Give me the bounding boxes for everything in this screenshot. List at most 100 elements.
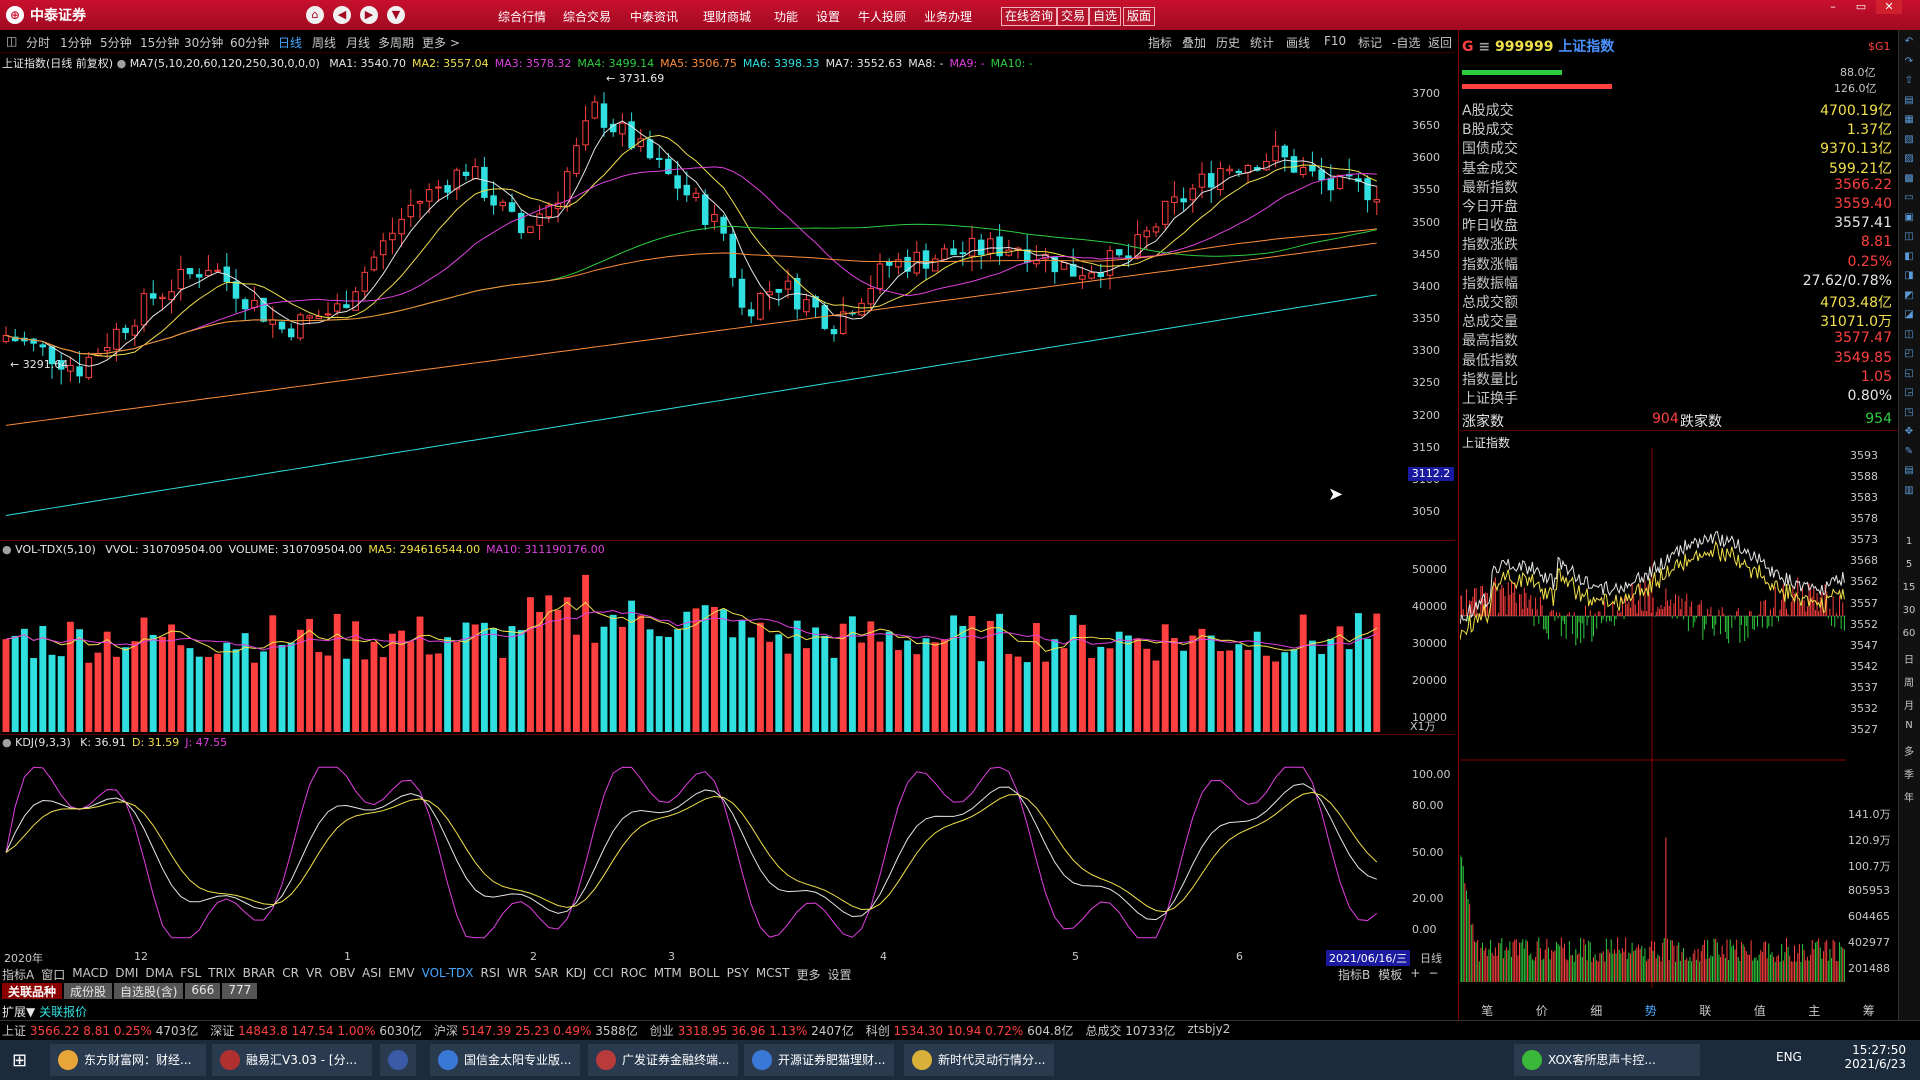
sidebar-period-icon[interactable]: 60 [1902, 628, 1916, 642]
taskbar-app[interactable]: XOX客所思声卡控... [1514, 1044, 1700, 1076]
menu-trade[interactable]: 综合交易 [563, 8, 611, 25]
tool-stats[interactable]: 统计 [1250, 34, 1274, 51]
sidebar-period-icon[interactable]: 多 [1902, 743, 1916, 758]
expand-button[interactable]: 扩展▼ [2, 1005, 35, 1019]
menu-news[interactable]: 中泰资讯 [630, 8, 678, 25]
sidebar-period-icon[interactable]: 15 [1902, 582, 1916, 596]
trade-button[interactable]: 交易 [1057, 7, 1090, 26]
bottom-tab[interactable]: 自选股(含) [114, 983, 184, 999]
indicator-tab[interactable]: 指标A [2, 966, 34, 982]
clock[interactable]: 15:27:50 2021/6/23 [1836, 1043, 1906, 1071]
language-indicator[interactable]: ENG [1776, 1050, 1802, 1064]
kdj-chart[interactable] [0, 750, 1400, 950]
sidebar-period-icon[interactable]: 30 [1902, 605, 1916, 619]
menu-mall[interactable]: 理财商城 [703, 8, 751, 25]
taskbar-app[interactable] [380, 1044, 416, 1076]
taskbar-app[interactable]: 开源证券肥猫理财... [744, 1044, 894, 1076]
indicator-tab[interactable]: SAR [534, 966, 558, 982]
sidebar-period-icon[interactable]: N [1902, 720, 1916, 734]
tool-f10[interactable]: F10 [1324, 34, 1346, 48]
period-tab[interactable]: 15分钟 [140, 34, 179, 51]
indicator-tool[interactable]: + [1410, 966, 1420, 983]
windows-start-icon[interactable]: ⊞ [12, 1050, 27, 1071]
sidebar-period-icon[interactable]: 季 [1902, 766, 1916, 781]
index-ticker-item[interactable]: 沪深 5147.39 25.23 0.49% 3588亿 [434, 1022, 638, 1039]
bottom-tab[interactable]: 777 [222, 983, 258, 999]
sidebar-tool-icon[interactable]: ↷ [1902, 56, 1916, 70]
period-tab-active[interactable]: 日线 [278, 34, 302, 51]
kdj-settings-icon[interactable]: ● [2, 736, 12, 749]
period-tab[interactable]: 30分钟 [184, 34, 223, 51]
indicator-tab[interactable]: BOLL [689, 966, 720, 982]
bottom-tab[interactable]: 666 [185, 983, 221, 999]
tool-remove-watchlist[interactable]: -自选 [1392, 34, 1420, 51]
bottom-tab[interactable]: 关联品种 [2, 983, 63, 999]
index-ticker-item[interactable]: 深证 14843.8 147.54 1.00% 6030亿 [210, 1022, 422, 1039]
sidebar-tool-icon[interactable]: ▩ [1902, 173, 1916, 187]
sidebar-period-icon[interactable]: 1 [1902, 536, 1916, 550]
candlestick-chart[interactable] [0, 68, 1450, 538]
forward-icon[interactable]: ▶ [360, 6, 378, 24]
index-ticker-item[interactable]: 创业 3318.95 36.96 1.13% 2407亿 [650, 1022, 854, 1039]
indicator-tab[interactable]: TRIX [208, 966, 235, 982]
intraday-tab[interactable]: 主 [1808, 1002, 1820, 1018]
indicator-tab[interactable]: OBV [330, 966, 356, 982]
period-tab[interactable]: 周线 [312, 34, 336, 51]
sidebar-tool-icon[interactable]: ◫ [1902, 329, 1916, 343]
taskbar-app[interactable]: 融易汇V3.03 - [分... [212, 1044, 372, 1076]
sidebar-tool-icon[interactable]: ✎ [1902, 446, 1916, 460]
maximize-icon[interactable]: ▭ [1848, 0, 1874, 14]
indicator-tool[interactable]: 指标B [1338, 966, 1370, 983]
sidebar-period-icon[interactable]: 月 [1902, 697, 1916, 712]
indicator-tab[interactable]: EMV [388, 966, 414, 982]
volume-chart[interactable] [0, 556, 1400, 732]
menu-icon[interactable]: ≡ [1478, 39, 1490, 55]
menu-market[interactable]: 综合行情 [498, 8, 546, 25]
period-tab[interactable]: 多周期 [378, 34, 414, 51]
indicator-tab[interactable]: FSL [180, 966, 201, 982]
indicator-tab[interactable]: KDJ [566, 966, 587, 982]
bottom-tab[interactable]: 成份股 [64, 983, 113, 999]
home-icon[interactable]: ⌂ [306, 6, 324, 24]
layout-button[interactable]: 版面 [1123, 7, 1156, 26]
indicator-tab[interactable]: MTM [654, 966, 682, 982]
related-quote-link[interactable]: 关联报价 [39, 1005, 87, 1019]
tool-draw[interactable]: 画线 [1286, 34, 1310, 51]
taskbar-app[interactable]: 东方财富网：财经... [50, 1044, 206, 1076]
indicator-tab[interactable]: ROC [621, 966, 647, 982]
dropdown-icon[interactable]: ▼ [387, 6, 405, 24]
indicator-tool[interactable]: − [1428, 966, 1438, 983]
intraday-tab[interactable]: 势 [1645, 1002, 1657, 1018]
menu-advisor[interactable]: 牛人投顾 [858, 8, 906, 25]
sidebar-tool-icon[interactable]: ◳ [1902, 407, 1916, 421]
minimize-icon[interactable]: – [1820, 0, 1846, 14]
sidebar-tool-icon[interactable]: ✥ [1902, 426, 1916, 440]
sidebar-tool-icon[interactable]: ◲ [1902, 387, 1916, 401]
back-icon[interactable]: ◀ [333, 6, 351, 24]
indicator-tab[interactable]: CCI [593, 966, 613, 982]
indicator-tab[interactable]: PSY [727, 966, 749, 982]
sidebar-tool-icon[interactable]: ◩ [1902, 290, 1916, 304]
sidebar-tool-icon[interactable]: ▥ [1902, 485, 1916, 499]
index-ticker-item[interactable]: 上证 3566.22 8.81 0.25% 4703亿 [2, 1022, 198, 1039]
sidebar-tool-icon[interactable]: ◧ [1902, 251, 1916, 265]
period-tab[interactable]: 60分钟 [230, 34, 269, 51]
indicator-tab[interactable]: RSI [481, 966, 501, 982]
tool-return[interactable]: 返回 [1428, 34, 1452, 51]
tool-history[interactable]: 历史 [1216, 34, 1240, 51]
panel-toggle-icon[interactable]: ◫ [6, 34, 17, 48]
indicator-tab[interactable]: BRAR [243, 966, 276, 982]
index-ticker-item[interactable]: 科创 1534.30 10.94 0.72% 604.8亿 [866, 1022, 1074, 1039]
vol-settings-icon[interactable]: ● [2, 543, 12, 556]
intraday-chart[interactable] [1460, 448, 1846, 988]
sidebar-tool-icon[interactable]: ▣ [1902, 212, 1916, 226]
sidebar-tool-icon[interactable]: ▦ [1902, 114, 1916, 128]
indicator-tab[interactable]: 更多 [797, 966, 821, 982]
online-consult-button[interactable]: 在线咨询 [1001, 7, 1058, 26]
indicator-tab[interactable]: VR [306, 966, 323, 982]
menu-business[interactable]: 业务办理 [924, 8, 972, 25]
indicator-tab[interactable]: 设置 [828, 966, 852, 982]
sidebar-tool-icon[interactable]: ▨ [1902, 153, 1916, 167]
intraday-tab[interactable]: 细 [1590, 1002, 1602, 1018]
intraday-tab[interactable]: 值 [1754, 1002, 1766, 1018]
